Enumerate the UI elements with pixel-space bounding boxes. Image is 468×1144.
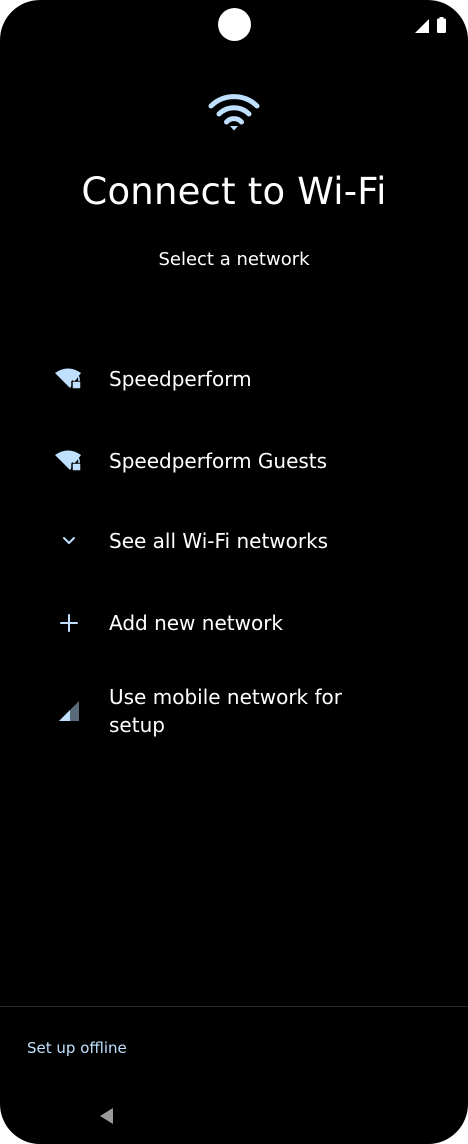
see-all-networks-label: See all Wi-Fi networks: [109, 529, 329, 553]
page-subtitle: Select a network: [158, 249, 310, 270]
use-mobile-network-button[interactable]: Use mobile network for setup: [0, 683, 468, 739]
footer-divider: [0, 1006, 468, 1007]
network-name: Speedperform Guests: [109, 449, 328, 473]
wifi-lock-icon: [52, 446, 86, 476]
use-mobile-network-label: Use mobile network for setup: [109, 685, 342, 737]
network-item-speedperform[interactable]: Speedperform: [0, 364, 468, 394]
device-screen: Connect to Wi-Fi Select a network Speedp…: [0, 0, 468, 1144]
wifi-lock-icon: [52, 364, 86, 394]
cellular-signal-icon: [52, 696, 86, 726]
plus-icon: [52, 608, 86, 638]
wifi-icon: [208, 94, 260, 131]
chevron-down-icon: [52, 526, 86, 556]
battery-icon: [437, 17, 446, 33]
network-item-speedperform-guests[interactable]: Speedperform Guests: [0, 446, 468, 476]
set-up-offline-button[interactable]: Set up offline: [27, 1039, 127, 1057]
cellular-signal-status-icon: [415, 19, 429, 33]
page-title: Connect to Wi-Fi: [81, 170, 387, 213]
front-camera: [218, 8, 251, 41]
status-bar: [415, 17, 446, 33]
see-all-networks-button[interactable]: See all Wi-Fi networks: [0, 526, 468, 556]
add-network-button[interactable]: Add new network: [0, 608, 468, 638]
network-name: Speedperform: [109, 367, 252, 391]
back-icon[interactable]: [97, 1106, 117, 1126]
add-network-label: Add new network: [109, 611, 283, 635]
